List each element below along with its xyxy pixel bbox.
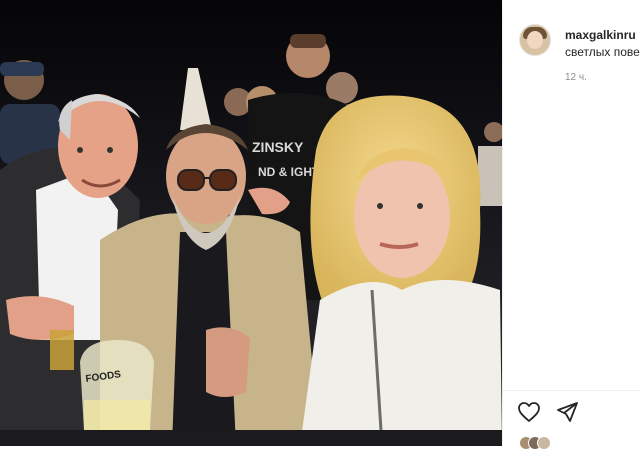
- action-divider: [503, 390, 640, 391]
- post-photo[interactable]: ZINSKY ND & IGHT FOODS: [0, 0, 502, 446]
- woman-shirt: [300, 280, 502, 446]
- shirt-lower-text: ND & IGHT: [258, 165, 320, 179]
- avatar[interactable]: [519, 24, 551, 56]
- heart-icon[interactable]: [517, 400, 541, 424]
- sunglasses-right: [209, 169, 237, 191]
- post-caption: светлых пове: [565, 45, 640, 59]
- shirt-sign-text: ZINSKY: [252, 139, 304, 155]
- post-username[interactable]: maxgalkinru: [565, 28, 636, 42]
- post-side-panel: maxgalkinru светлых пове 12 ч.: [502, 0, 640, 450]
- post-time: 12 ч.: [565, 72, 587, 83]
- mid-man-hand: [206, 327, 250, 397]
- photo-scene: ZINSKY ND & IGHT FOODS: [0, 0, 502, 446]
- sunglasses-left: [177, 169, 205, 191]
- liked-by-avatars[interactable]: [519, 436, 559, 450]
- woman-face: [354, 154, 450, 278]
- send-icon[interactable]: [555, 400, 579, 424]
